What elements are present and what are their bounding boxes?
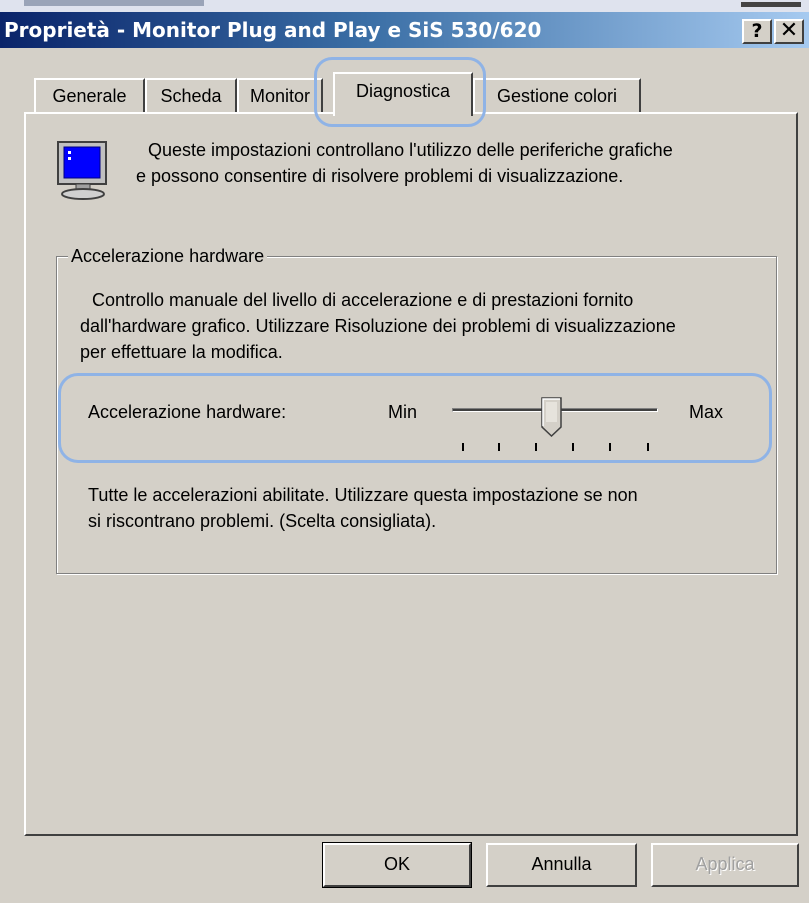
properties-dialog: Proprietà - Monitor Plug and Play e SiS … (0, 0, 809, 903)
groupbox-title: Accelerazione hardware (68, 245, 268, 267)
background-window-strip (0, 0, 809, 12)
background-window-text (24, 0, 204, 6)
close-icon[interactable]: ✕ (774, 19, 804, 44)
intro-description: Queste impostazioni controllano l'utiliz… (136, 137, 786, 189)
group-description-line-1: Controllo manuale del livello di acceler… (92, 290, 634, 310)
tab-diagnostica[interactable]: Diagnostica (333, 72, 473, 116)
tab-monitor[interactable]: Monitor (237, 78, 323, 112)
slider-tick (647, 443, 649, 451)
title-bar[interactable]: Proprietà - Monitor Plug and Play e SiS … (0, 12, 809, 48)
ok-button[interactable]: OK (322, 842, 472, 888)
window-title: Proprietà - Monitor Plug and Play e SiS … (4, 18, 542, 42)
tab-generale[interactable]: Generale (34, 78, 145, 112)
monitor-icon (57, 141, 107, 200)
background-window-controls (741, 2, 801, 7)
acceleration-slider-thumb[interactable] (541, 397, 563, 437)
status-line-2: si riscontrano problemi. (Scelta consigl… (88, 511, 437, 531)
group-description-line-2: dall'hardware grafico. Utilizzare Risolu… (80, 316, 676, 336)
intro-line-1: Queste impostazioni controllano l'utiliz… (148, 140, 673, 160)
slider-tick (535, 443, 537, 451)
group-description: Controllo manuale del livello di acceler… (80, 287, 790, 365)
group-description-line-3: per effettuare la modifica. (80, 342, 283, 362)
apply-button[interactable]: Applica (651, 843, 799, 887)
slider-tick (572, 443, 574, 451)
slider-tick (498, 443, 500, 451)
slider-tick (462, 443, 464, 451)
tab-scheda[interactable]: Scheda (145, 78, 237, 112)
acceleration-status-text: Tutte le accelerazioni abilitate. Utiliz… (88, 482, 768, 534)
tab-gestione-colori[interactable]: Gestione colori (473, 78, 641, 112)
slider-min-label: Min (388, 402, 418, 422)
slider-max-label: Max (689, 402, 724, 422)
intro-line-2: e possono consentire di risolvere proble… (136, 166, 624, 186)
help-icon[interactable]: ? (742, 19, 772, 44)
status-line-1: Tutte le accelerazioni abilitate. Utiliz… (88, 485, 638, 505)
slider-tick (609, 443, 611, 451)
slider-label: Accelerazione hardware: (88, 402, 287, 422)
cancel-button[interactable]: Annulla (486, 843, 637, 887)
